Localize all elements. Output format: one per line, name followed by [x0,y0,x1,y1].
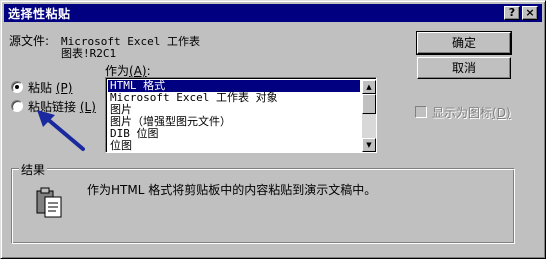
as-listbox[interactable]: HTML 格式 Microsoft Excel 工作表 对象 图片 图片（增强型… [105,77,377,153]
list-item-excel-object[interactable]: Microsoft Excel 工作表 对象 [108,92,360,104]
display-as-icon-checkbox[interactable] [415,106,427,118]
list-item-dib[interactable]: DIB 位图 [108,128,360,140]
cancel-button[interactable]: 取消 [417,57,511,79]
paste-link-radio[interactable] [11,100,23,112]
result-description: 作为HTML 格式将剪贴板中的内容粘贴到演示文稿中。 [87,183,377,197]
source-label: 源文件: [9,34,50,48]
paste-special-dialog: 选择性粘贴 ? × 源文件: Microsoft Excel 工作表 图表!R2… [0,0,546,259]
ok-button[interactable]: 确定 [416,31,512,55]
result-groupbox [11,168,515,244]
window-title: 选择性粘贴 [8,7,71,21]
close-button[interactable]: × [522,6,538,20]
pointer-arrow-icon [37,110,85,151]
scroll-down-icon[interactable]: ▼ [362,138,376,152]
listbox-scrollbar[interactable]: ▲ ▼ [362,80,376,152]
scroll-up-icon[interactable]: ▲ [362,80,376,94]
title-bar: 选择性粘贴 ? × [4,4,542,22]
list-item-bitmap[interactable]: 位图 [108,140,360,152]
scroll-thumb[interactable] [362,94,376,114]
display-as-icon-label[interactable]: 显示为图标(D) [432,104,511,121]
clipboard-icon [36,187,62,218]
help-button[interactable]: ? [504,6,520,20]
paste-radio-label[interactable]: 粘贴 (P) [28,79,72,96]
paste-radio[interactable] [11,81,23,93]
source-range: 图表!R2C1 [61,47,117,60]
result-label: 结果 [19,161,48,178]
